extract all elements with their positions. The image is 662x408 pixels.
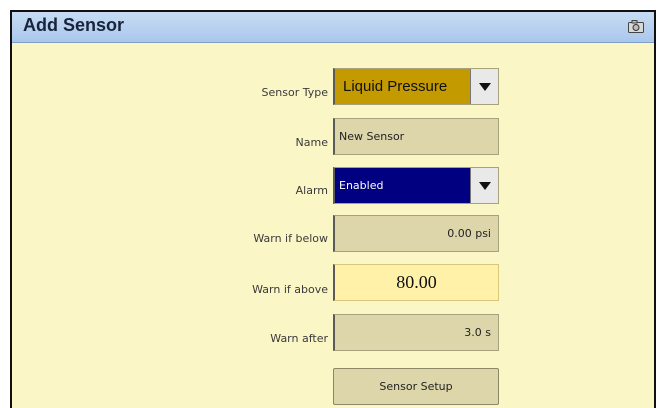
chevron-down-icon[interactable] — [470, 69, 498, 104]
name-field[interactable]: New Sensor — [333, 118, 499, 155]
name-value: New Sensor — [339, 130, 405, 143]
camera-icon[interactable] — [628, 20, 644, 33]
warn-above-field[interactable]: 80.00 — [333, 264, 499, 301]
title-bar: Add Sensor — [12, 12, 654, 43]
sensor-type-dropdown[interactable]: Liquid Pressure — [333, 68, 499, 105]
warn-above-label: Warn if above — [252, 283, 328, 296]
warn-after-field[interactable]: 3.0 s — [333, 314, 499, 351]
form-area: Sensor Type Liquid Pressure Name New Sen… — [12, 43, 654, 408]
warn-below-label: Warn if below — [253, 232, 328, 245]
name-label: Name — [295, 136, 328, 149]
alarm-dropdown[interactable]: Enabled — [333, 167, 499, 204]
sensor-type-value: Liquid Pressure — [343, 78, 448, 95]
alarm-value: Enabled — [339, 179, 384, 192]
warn-below-value: 0.00 psi — [447, 227, 491, 240]
chevron-down-icon[interactable] — [470, 168, 498, 203]
warn-above-value: 80.00 — [396, 272, 437, 292]
add-sensor-dialog: Add Sensor Sensor Type Liquid Pressure N… — [10, 10, 656, 408]
sensor-setup-button[interactable]: Sensor Setup — [333, 368, 499, 405]
dialog-title: Add Sensor — [23, 15, 125, 35]
warn-below-field[interactable]: 0.00 psi — [333, 215, 499, 252]
warn-after-value: 3.0 s — [464, 326, 491, 339]
sensor-type-label: Sensor Type — [261, 86, 328, 99]
warn-after-label: Warn after — [270, 332, 328, 345]
alarm-label: Alarm — [295, 184, 328, 197]
